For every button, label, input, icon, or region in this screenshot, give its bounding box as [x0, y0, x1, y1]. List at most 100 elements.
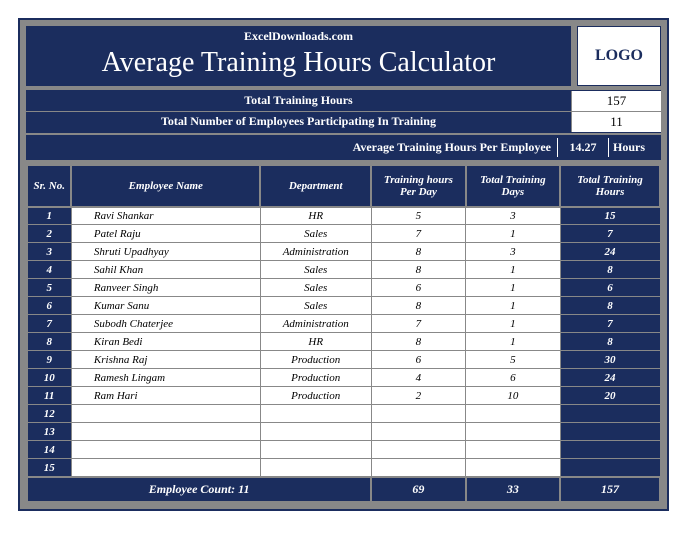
- table-row: 13: [27, 423, 660, 441]
- cell-perday[interactable]: 2: [371, 387, 465, 405]
- cell-name[interactable]: Kiran Bedi: [71, 333, 260, 351]
- spreadsheet-frame: ExcelDownloads.com Average Training Hour…: [18, 18, 669, 511]
- cell-total[interactable]: [560, 459, 660, 477]
- total-employees-value: 11: [571, 112, 661, 132]
- table-row: 9Krishna RajProduction6530: [27, 351, 660, 369]
- cell-name[interactable]: [71, 459, 260, 477]
- cell-total[interactable]: 24: [560, 243, 660, 261]
- cell-perday[interactable]: 8: [371, 261, 465, 279]
- cell-days[interactable]: [466, 423, 560, 441]
- cell-total[interactable]: 15: [560, 207, 660, 225]
- cell-dept[interactable]: Sales: [260, 225, 371, 243]
- cell-name[interactable]: Krishna Raj: [71, 351, 260, 369]
- cell-sr[interactable]: 4: [27, 261, 71, 279]
- cell-total[interactable]: 7: [560, 315, 660, 333]
- cell-name[interactable]: Ramesh Lingam: [71, 369, 260, 387]
- cell-days[interactable]: 1: [466, 279, 560, 297]
- cell-days[interactable]: 10: [466, 387, 560, 405]
- cell-name[interactable]: Ranveer Singh: [71, 279, 260, 297]
- cell-sr[interactable]: 11: [27, 387, 71, 405]
- cell-perday[interactable]: 5: [371, 207, 465, 225]
- cell-total[interactable]: 8: [560, 333, 660, 351]
- cell-dept[interactable]: Sales: [260, 261, 371, 279]
- cell-perday[interactable]: 7: [371, 315, 465, 333]
- cell-sr[interactable]: 1: [27, 207, 71, 225]
- cell-name[interactable]: Shruti Upadhyay: [71, 243, 260, 261]
- cell-days[interactable]: 6: [466, 369, 560, 387]
- cell-perday[interactable]: [371, 405, 465, 423]
- cell-dept[interactable]: Production: [260, 351, 371, 369]
- cell-days[interactable]: 3: [466, 207, 560, 225]
- cell-total[interactable]: 24: [560, 369, 660, 387]
- cell-days[interactable]: 5: [466, 351, 560, 369]
- cell-name[interactable]: Patel Raju: [71, 225, 260, 243]
- cell-sr[interactable]: 5: [27, 279, 71, 297]
- cell-total[interactable]: 7: [560, 225, 660, 243]
- cell-total[interactable]: 8: [560, 297, 660, 315]
- cell-days[interactable]: 1: [466, 225, 560, 243]
- cell-sr[interactable]: 2: [27, 225, 71, 243]
- cell-dept[interactable]: Production: [260, 387, 371, 405]
- cell-name[interactable]: [71, 423, 260, 441]
- cell-perday[interactable]: 6: [371, 279, 465, 297]
- total-hours-label: Total Training Hours: [26, 91, 571, 110]
- cell-dept[interactable]: [260, 459, 371, 477]
- cell-dept[interactable]: Administration: [260, 243, 371, 261]
- cell-sr[interactable]: 13: [27, 423, 71, 441]
- cell-dept[interactable]: Administration: [260, 315, 371, 333]
- cell-sr[interactable]: 15: [27, 459, 71, 477]
- cell-days[interactable]: [466, 441, 560, 459]
- cell-dept[interactable]: Production: [260, 369, 371, 387]
- cell-perday[interactable]: [371, 441, 465, 459]
- cell-name[interactable]: [71, 441, 260, 459]
- cell-dept[interactable]: [260, 405, 371, 423]
- col-dept: Department: [260, 165, 371, 207]
- table-footer-row: Employee Count: 11 69 33 157: [27, 477, 660, 502]
- cell-days[interactable]: 1: [466, 297, 560, 315]
- cell-dept[interactable]: [260, 423, 371, 441]
- cell-name[interactable]: [71, 405, 260, 423]
- cell-name[interactable]: Ram Hari: [71, 387, 260, 405]
- cell-days[interactable]: 1: [466, 315, 560, 333]
- cell-perday[interactable]: 6: [371, 351, 465, 369]
- cell-sr[interactable]: 6: [27, 297, 71, 315]
- cell-perday[interactable]: [371, 423, 465, 441]
- cell-name[interactable]: Sahil Khan: [71, 261, 260, 279]
- cell-perday[interactable]: 7: [371, 225, 465, 243]
- cell-dept[interactable]: [260, 441, 371, 459]
- cell-perday[interactable]: 8: [371, 297, 465, 315]
- cell-sr[interactable]: 9: [27, 351, 71, 369]
- cell-days[interactable]: [466, 405, 560, 423]
- cell-total[interactable]: [560, 441, 660, 459]
- stat-row-total-employees: Total Number of Employees Participating …: [26, 112, 661, 132]
- cell-total[interactable]: 6: [560, 279, 660, 297]
- cell-perday[interactable]: 8: [371, 333, 465, 351]
- cell-sr[interactable]: 7: [27, 315, 71, 333]
- training-table: Sr. No. Employee Name Department Trainin…: [26, 164, 661, 503]
- cell-dept[interactable]: Sales: [260, 297, 371, 315]
- cell-sr[interactable]: 14: [27, 441, 71, 459]
- cell-days[interactable]: [466, 459, 560, 477]
- cell-days[interactable]: 1: [466, 333, 560, 351]
- cell-perday[interactable]: [371, 459, 465, 477]
- cell-total[interactable]: [560, 405, 660, 423]
- cell-dept[interactable]: HR: [260, 333, 371, 351]
- cell-dept[interactable]: Sales: [260, 279, 371, 297]
- cell-name[interactable]: Ravi Shankar: [71, 207, 260, 225]
- cell-name[interactable]: Subodh Chaterjee: [71, 315, 260, 333]
- cell-sr[interactable]: 12: [27, 405, 71, 423]
- cell-days[interactable]: 3: [466, 243, 560, 261]
- cell-total[interactable]: [560, 423, 660, 441]
- cell-sr[interactable]: 3: [27, 243, 71, 261]
- cell-total[interactable]: 20: [560, 387, 660, 405]
- cell-total[interactable]: 30: [560, 351, 660, 369]
- cell-dept[interactable]: HR: [260, 207, 371, 225]
- cell-sr[interactable]: 8: [27, 333, 71, 351]
- cell-name[interactable]: Kumar Sanu: [71, 297, 260, 315]
- cell-total[interactable]: 8: [560, 261, 660, 279]
- cell-days[interactable]: 1: [466, 261, 560, 279]
- total-hours-value: 157: [571, 91, 661, 111]
- cell-perday[interactable]: 4: [371, 369, 465, 387]
- cell-perday[interactable]: 8: [371, 243, 465, 261]
- cell-sr[interactable]: 10: [27, 369, 71, 387]
